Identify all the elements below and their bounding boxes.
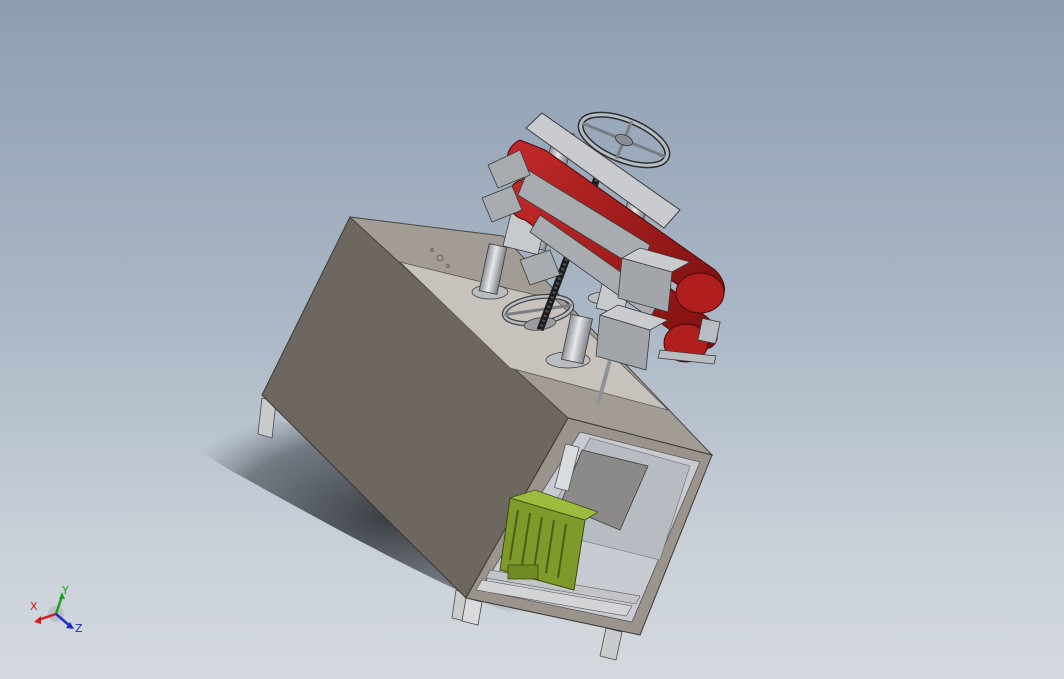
front-leg: [461, 597, 483, 626]
machine-model[interactable]: [0, 0, 1064, 679]
triad-axes: X Y Z: [30, 584, 83, 635]
orientation-triad[interactable]: X Y Z: [22, 584, 92, 644]
y-axis-label: Y: [61, 584, 69, 597]
x-axis-label: X: [30, 600, 38, 613]
graphics-viewport[interactable]: X Y Z: [0, 0, 1064, 679]
z-axis-label: Z: [75, 622, 83, 635]
x-axis-arrowhead-icon: [34, 616, 41, 624]
